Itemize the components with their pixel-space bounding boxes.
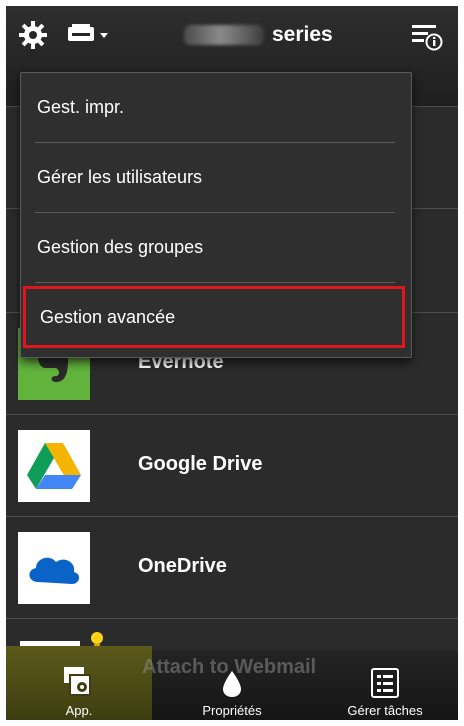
tab-label: Propriétés [202,703,262,718]
menu-divider [35,282,395,283]
printer-name[interactable]: series [184,22,333,48]
tab-label: Gérer tâches [347,703,423,718]
tab-app[interactable]: App. [6,652,152,720]
onedrive-icon [18,532,90,604]
list-item-google-drive[interactable]: Google Drive [6,414,458,517]
tab-properties[interactable]: Propriétés [159,652,305,720]
printer-series-label: series [272,23,333,46]
google-drive-icon [18,430,90,502]
menu-item-advanced-management[interactable]: Gestion avancée [23,286,405,348]
gear-icon[interactable] [16,18,50,52]
app-label: Google Drive [138,453,263,475]
tab-label: App. [65,703,93,718]
printer-model-redacted [184,25,264,45]
info-menu-icon[interactable] [408,18,444,54]
list-item-onedrive[interactable]: OneDrive [6,516,458,619]
settings-dropdown-menu: Gest. impr. Gérer les utilisateurs Gesti… [20,72,412,358]
app-settings-icon [64,667,91,696]
ink-drop-icon [223,671,241,697]
app-label: OneDrive [138,555,227,577]
tab-manage-jobs[interactable]: Gérer tâches [312,652,458,720]
printer-icon[interactable] [66,20,112,50]
app-screen: series Evernote Google Drive OneDrive Ge… [6,6,458,720]
task-list-icon [371,668,399,698]
menu-item-user-management[interactable]: Gérer les utilisateurs [21,143,411,211]
menu-item-group-management[interactable]: Gestion des groupes [21,213,411,281]
menu-item-printer-management[interactable]: Gest. impr. [21,73,411,141]
